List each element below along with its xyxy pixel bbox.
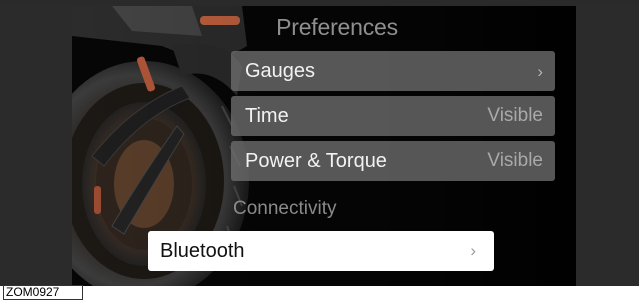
left-bezel	[0, 6, 72, 286]
menu-item-bluetooth[interactable]: Bluetooth ›	[148, 231, 494, 271]
section-heading-connectivity: Connectivity	[233, 198, 337, 219]
menu-item-label: Bluetooth	[160, 239, 245, 262]
menu-item-label: Gauges	[245, 59, 316, 82]
image-reference-label: ZOM0927	[3, 285, 83, 300]
right-bezel	[576, 6, 639, 286]
chevron-right-icon: ›	[537, 61, 543, 81]
page-title: Preferences	[276, 14, 398, 40]
menu-item-value: Visible	[487, 150, 543, 171]
menu-item-power-torque[interactable]: Power & Torque Visible	[231, 141, 555, 181]
menu-item-label: Time	[245, 104, 289, 127]
menu-item-label: Power & Torque	[245, 149, 387, 172]
menu-item-time[interactable]: Time Visible	[231, 96, 555, 136]
menu-item-value: Visible	[487, 105, 543, 126]
chevron-right-icon: ›	[470, 241, 476, 260]
menu-item-gauges[interactable]: Gauges ›	[231, 51, 555, 91]
